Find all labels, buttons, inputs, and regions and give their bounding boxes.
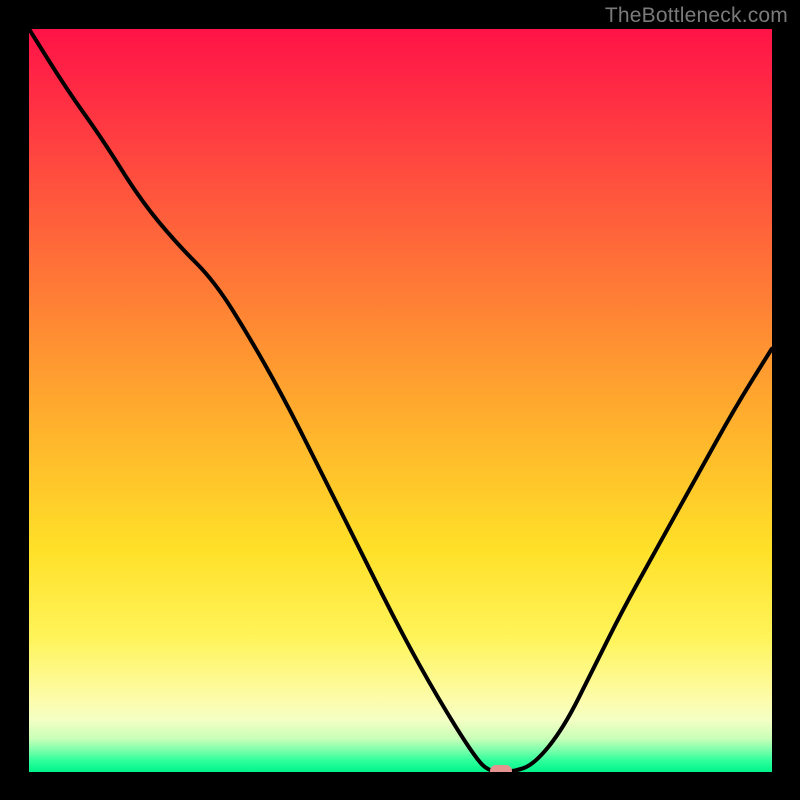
watermark-text: TheBottleneck.com [605,4,788,28]
optimal-point-marker [490,765,512,772]
bottleneck-curve [29,29,772,772]
chart-frame: TheBottleneck.com [0,0,800,800]
plot-area [29,29,772,772]
